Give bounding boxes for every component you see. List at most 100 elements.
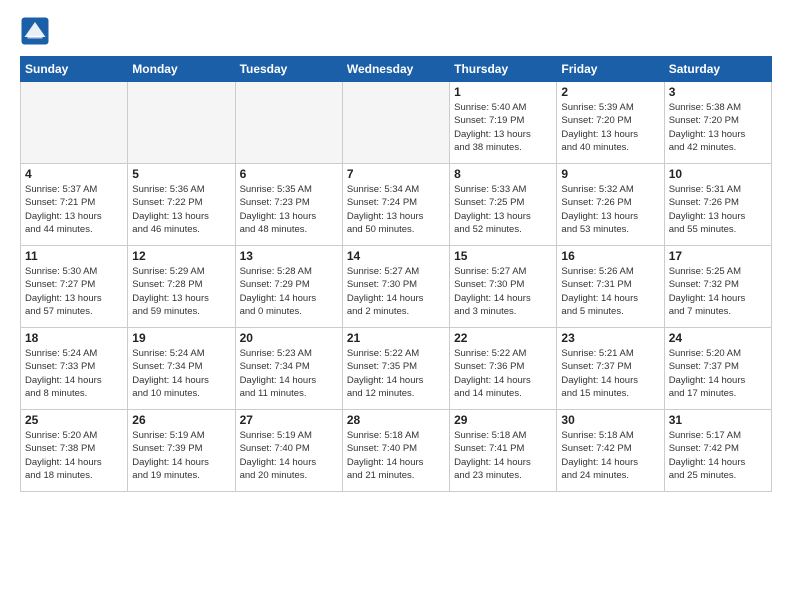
day-number: 30 xyxy=(561,413,659,427)
calendar-cell xyxy=(21,82,128,164)
day-info: Sunrise: 5:36 AM Sunset: 7:22 PM Dayligh… xyxy=(132,183,230,236)
day-number: 14 xyxy=(347,249,445,263)
calendar-cell: 3 Sunrise: 5:38 AM Sunset: 7:20 PM Daylig… xyxy=(664,82,771,164)
calendar-cell: 27Sunrise: 5:19 AM Sunset: 7:40 PM Dayli… xyxy=(235,410,342,492)
day-number: 1 xyxy=(454,85,552,99)
day-info: Sunrise: 5:18 AM Sunset: 7:40 PM Dayligh… xyxy=(347,429,445,482)
calendar-cell: 8 Sunrise: 5:33 AM Sunset: 7:25 PM Daylig… xyxy=(450,164,557,246)
day-number: 12 xyxy=(132,249,230,263)
calendar: SundayMondayTuesdayWednesdayThursdayFrid… xyxy=(20,56,772,492)
week-row-1: 1 Sunrise: 5:40 AM Sunset: 7:19 PM Daylig… xyxy=(21,82,772,164)
week-row-2: 4Sunrise: 5:37 AM Sunset: 7:21 PM Daylig… xyxy=(21,164,772,246)
day-info: Sunrise: 5:33 AM Sunset: 7:25 PM Dayligh… xyxy=(454,183,552,236)
day-info: Sunrise: 5:34 AM Sunset: 7:24 PM Dayligh… xyxy=(347,183,445,236)
calendar-cell: 31Sunrise: 5:17 AM Sunset: 7:42 PM Dayli… xyxy=(664,410,771,492)
day-number: 5 xyxy=(132,167,230,181)
day-number: 15 xyxy=(454,249,552,263)
day-info: Sunrise: 5:38 AM Sunset: 7:20 PM Dayligh… xyxy=(669,101,767,154)
day-info: Sunrise: 5:31 AM Sunset: 7:26 PM Dayligh… xyxy=(669,183,767,236)
calendar-cell: 1 Sunrise: 5:40 AM Sunset: 7:19 PM Daylig… xyxy=(450,82,557,164)
day-number: 26 xyxy=(132,413,230,427)
day-number: 22 xyxy=(454,331,552,345)
calendar-cell: 29 Sunrise: 5:18 AM Sunset: 7:41 PM Dayli… xyxy=(450,410,557,492)
day-number: 29 xyxy=(454,413,552,427)
day-info: Sunrise: 5:22 AM Sunset: 7:36 PM Dayligh… xyxy=(454,347,552,400)
calendar-body: 1 Sunrise: 5:40 AM Sunset: 7:19 PM Daylig… xyxy=(21,82,772,492)
day-info: Sunrise: 5:18 AM Sunset: 7:41 PM Dayligh… xyxy=(454,429,552,482)
day-number: 19 xyxy=(132,331,230,345)
calendar-cell: 4Sunrise: 5:37 AM Sunset: 7:21 PM Daylig… xyxy=(21,164,128,246)
day-number: 24 xyxy=(669,331,767,345)
calendar-header: SundayMondayTuesdayWednesdayThursdayFrid… xyxy=(21,57,772,82)
header xyxy=(20,16,772,46)
calendar-cell: 16 Sunrise: 5:26 AM Sunset: 7:31 PM Dayli… xyxy=(557,246,664,328)
calendar-cell: 18Sunrise: 5:24 AM Sunset: 7:33 PM Dayli… xyxy=(21,328,128,410)
day-info: Sunrise: 5:35 AM Sunset: 7:23 PM Dayligh… xyxy=(240,183,338,236)
weekday-header-monday: Monday xyxy=(128,57,235,82)
day-number: 3 xyxy=(669,85,767,99)
day-info: Sunrise: 5:24 AM Sunset: 7:34 PM Dayligh… xyxy=(132,347,230,400)
day-number: 31 xyxy=(669,413,767,427)
week-row-4: 18Sunrise: 5:24 AM Sunset: 7:33 PM Dayli… xyxy=(21,328,772,410)
calendar-cell: 24 Sunrise: 5:20 AM Sunset: 7:37 PM Dayli… xyxy=(664,328,771,410)
day-number: 25 xyxy=(25,413,123,427)
page: SundayMondayTuesdayWednesdayThursdayFrid… xyxy=(0,0,792,612)
calendar-cell: 11Sunrise: 5:30 AM Sunset: 7:27 PM Dayli… xyxy=(21,246,128,328)
day-number: 28 xyxy=(347,413,445,427)
day-info: Sunrise: 5:26 AM Sunset: 7:31 PM Dayligh… xyxy=(561,265,659,318)
calendar-cell: 30 Sunrise: 5:18 AM Sunset: 7:42 PM Dayli… xyxy=(557,410,664,492)
calendar-cell: 21 Sunrise: 5:22 AM Sunset: 7:35 PM Dayli… xyxy=(342,328,449,410)
day-info: Sunrise: 5:22 AM Sunset: 7:35 PM Dayligh… xyxy=(347,347,445,400)
day-info: Sunrise: 5:27 AM Sunset: 7:30 PM Dayligh… xyxy=(347,265,445,318)
day-number: 17 xyxy=(669,249,767,263)
calendar-cell: 22 Sunrise: 5:22 AM Sunset: 7:36 PM Dayli… xyxy=(450,328,557,410)
day-number: 9 xyxy=(561,167,659,181)
calendar-cell: 25 Sunrise: 5:20 AM Sunset: 7:38 PM Dayli… xyxy=(21,410,128,492)
day-info: Sunrise: 5:24 AM Sunset: 7:33 PM Dayligh… xyxy=(25,347,123,400)
day-info: Sunrise: 5:28 AM Sunset: 7:29 PM Dayligh… xyxy=(240,265,338,318)
day-info: Sunrise: 5:29 AM Sunset: 7:28 PM Dayligh… xyxy=(132,265,230,318)
calendar-cell: 19 Sunrise: 5:24 AM Sunset: 7:34 PM Dayli… xyxy=(128,328,235,410)
calendar-cell: 14 Sunrise: 5:27 AM Sunset: 7:30 PM Dayli… xyxy=(342,246,449,328)
calendar-cell: 10 Sunrise: 5:31 AM Sunset: 7:26 PM Dayli… xyxy=(664,164,771,246)
calendar-cell: 9 Sunrise: 5:32 AM Sunset: 7:26 PM Daylig… xyxy=(557,164,664,246)
day-number: 27 xyxy=(240,413,338,427)
logo-icon xyxy=(20,16,50,46)
day-info: Sunrise: 5:18 AM Sunset: 7:42 PM Dayligh… xyxy=(561,429,659,482)
day-info: Sunrise: 5:20 AM Sunset: 7:38 PM Dayligh… xyxy=(25,429,123,482)
weekday-header-sunday: Sunday xyxy=(21,57,128,82)
calendar-cell xyxy=(342,82,449,164)
day-number: 23 xyxy=(561,331,659,345)
calendar-cell: 17Sunrise: 5:25 AM Sunset: 7:32 PM Dayli… xyxy=(664,246,771,328)
week-row-3: 11Sunrise: 5:30 AM Sunset: 7:27 PM Dayli… xyxy=(21,246,772,328)
day-number: 16 xyxy=(561,249,659,263)
day-number: 8 xyxy=(454,167,552,181)
day-number: 21 xyxy=(347,331,445,345)
calendar-cell: 5 Sunrise: 5:36 AM Sunset: 7:22 PM Daylig… xyxy=(128,164,235,246)
weekday-row: SundayMondayTuesdayWednesdayThursdayFrid… xyxy=(21,57,772,82)
calendar-cell: 13 Sunrise: 5:28 AM Sunset: 7:29 PM Dayli… xyxy=(235,246,342,328)
weekday-header-tuesday: Tuesday xyxy=(235,57,342,82)
day-number: 10 xyxy=(669,167,767,181)
calendar-cell xyxy=(128,82,235,164)
weekday-header-thursday: Thursday xyxy=(450,57,557,82)
day-info: Sunrise: 5:20 AM Sunset: 7:37 PM Dayligh… xyxy=(669,347,767,400)
day-info: Sunrise: 5:40 AM Sunset: 7:19 PM Dayligh… xyxy=(454,101,552,154)
day-number: 13 xyxy=(240,249,338,263)
day-info: Sunrise: 5:39 AM Sunset: 7:20 PM Dayligh… xyxy=(561,101,659,154)
day-info: Sunrise: 5:32 AM Sunset: 7:26 PM Dayligh… xyxy=(561,183,659,236)
weekday-header-saturday: Saturday xyxy=(664,57,771,82)
day-info: Sunrise: 5:27 AM Sunset: 7:30 PM Dayligh… xyxy=(454,265,552,318)
calendar-cell: 28 Sunrise: 5:18 AM Sunset: 7:40 PM Dayli… xyxy=(342,410,449,492)
logo xyxy=(20,16,54,46)
calendar-cell: 7Sunrise: 5:34 AM Sunset: 7:24 PM Daylig… xyxy=(342,164,449,246)
weekday-header-friday: Friday xyxy=(557,57,664,82)
day-number: 11 xyxy=(25,249,123,263)
day-info: Sunrise: 5:21 AM Sunset: 7:37 PM Dayligh… xyxy=(561,347,659,400)
calendar-cell: 12 Sunrise: 5:29 AM Sunset: 7:28 PM Dayli… xyxy=(128,246,235,328)
calendar-cell: 6Sunrise: 5:35 AM Sunset: 7:23 PM Daylig… xyxy=(235,164,342,246)
calendar-cell: 2Sunrise: 5:39 AM Sunset: 7:20 PM Daylig… xyxy=(557,82,664,164)
day-number: 4 xyxy=(25,167,123,181)
calendar-cell: 20Sunrise: 5:23 AM Sunset: 7:34 PM Dayli… xyxy=(235,328,342,410)
week-row-5: 25 Sunrise: 5:20 AM Sunset: 7:38 PM Dayli… xyxy=(21,410,772,492)
